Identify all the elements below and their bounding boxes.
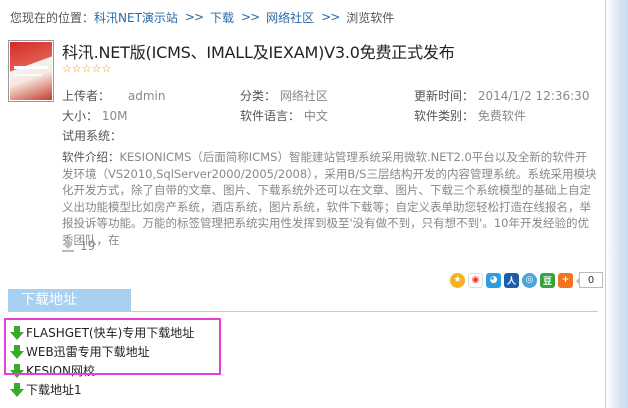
software-title: 科汛.NET版(ICMS、IMALL及IEXAM)V3.0免费正式发布 <box>62 43 455 62</box>
weibo-icon[interactable]: ◉ <box>468 272 483 288</box>
breadcrumb-separator: >> <box>184 10 204 24</box>
share-bar: ★ ◉ ◕ 人 ◎ 豆 + 0 <box>450 272 603 288</box>
software-thumbnail[interactable] <box>8 40 54 102</box>
updated-field: 更新时间： 2014/1/2 12:36:30 <box>414 89 590 103</box>
section-divider <box>8 311 598 312</box>
breadcrumb-community-link[interactable]: 网络社区 <box>266 9 314 26</box>
kaixin-icon[interactable]: ◎ <box>522 272 537 288</box>
renren-icon[interactable]: 人 <box>504 272 519 288</box>
rating-stars: ☆☆☆☆☆ <box>62 63 111 75</box>
right-shadow <box>606 0 628 408</box>
right-border <box>605 0 606 408</box>
qzone-icon[interactable]: ★ <box>450 272 465 288</box>
more-share-icon[interactable]: + <box>558 272 573 288</box>
download-icon <box>62 240 74 252</box>
breadcrumb: 您现在的位置： 科汛NET演示站 >> 下载 >> 网络社区 >> 浏览软件 <box>10 9 394 25</box>
douban-icon[interactable]: 豆 <box>540 272 555 288</box>
breadcrumb-separator: >> <box>321 10 340 24</box>
breadcrumb-prefix: 您现在的位置： <box>10 10 95 25</box>
highlight-box <box>4 318 221 375</box>
share-count: 0 <box>576 272 603 288</box>
breadcrumb-home-link[interactable]: 科汛NET演示站 <box>94 9 178 26</box>
demo-field: 试用系统： <box>62 129 123 143</box>
language-field: 软件语言： 中文 <box>240 109 328 123</box>
software-intro: 软件介绍：KESIONICMS（后面简称ICMS）智能建站管理系统采用微软.NE… <box>62 149 597 248</box>
type-field: 软件类别： 免费软件 <box>414 109 526 123</box>
breadcrumb-download-link[interactable]: 下载 <box>210 9 234 26</box>
uploader-field: 上传者： admin <box>62 89 166 103</box>
intro-label: 软件介绍： <box>62 150 120 164</box>
rating-text: ☆☆☆☆☆ <box>62 62 112 75</box>
download-section-title: 下载地址 <box>8 289 131 312</box>
category-field: 分类： 网络社区 <box>240 89 328 103</box>
download-count: 19 <box>62 239 95 253</box>
tqq-icon[interactable]: ◕ <box>486 272 501 288</box>
green-arrow-icon <box>10 382 24 397</box>
breadcrumb-current: 浏览软件 <box>346 10 395 25</box>
download-count-value: 19 <box>80 239 96 253</box>
download-link-1[interactable]: 下载地址1 <box>10 380 194 399</box>
breadcrumb-separator: >> <box>241 10 260 24</box>
size-field: 大小： 10M <box>62 109 128 123</box>
intro-text: KESIONICMS（后面简称ICMS）智能建站管理系统采用微软.NET2.0平… <box>62 150 597 247</box>
